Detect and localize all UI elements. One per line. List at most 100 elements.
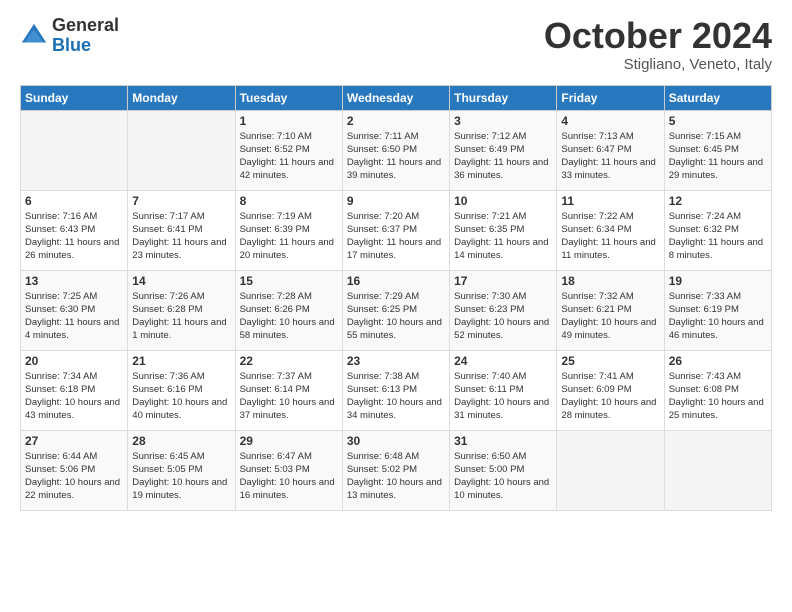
day-detail: Sunrise: 7:12 AMSunset: 6:49 PMDaylight:… — [454, 130, 552, 183]
calendar-cell: 9 Sunrise: 7:20 AMSunset: 6:37 PMDaylight… — [342, 190, 449, 270]
calendar-cell: 1 Sunrise: 7:10 AMSunset: 6:52 PMDaylight… — [235, 110, 342, 190]
day-detail: Sunrise: 7:19 AMSunset: 6:39 PMDaylight:… — [240, 210, 338, 263]
day-detail: Sunrise: 7:29 AMSunset: 6:25 PMDaylight:… — [347, 290, 445, 343]
day-number: 16 — [347, 274, 445, 288]
day-number: 26 — [669, 354, 767, 368]
day-number: 17 — [454, 274, 552, 288]
day-detail: Sunrise: 7:15 AMSunset: 6:45 PMDaylight:… — [669, 130, 767, 183]
day-detail: Sunrise: 6:48 AMSunset: 5:02 PMDaylight:… — [347, 450, 445, 503]
header-sunday: Sunday — [21, 85, 128, 110]
calendar-cell: 6 Sunrise: 7:16 AMSunset: 6:43 PMDaylight… — [21, 190, 128, 270]
calendar-cell: 18 Sunrise: 7:32 AMSunset: 6:21 PMDayligh… — [557, 270, 664, 350]
calendar-cell: 19 Sunrise: 7:33 AMSunset: 6:19 PMDayligh… — [664, 270, 771, 350]
day-detail: Sunrise: 7:26 AMSunset: 6:28 PMDaylight:… — [132, 290, 230, 343]
calendar-cell: 5 Sunrise: 7:15 AMSunset: 6:45 PMDaylight… — [664, 110, 771, 190]
day-number: 6 — [25, 194, 123, 208]
day-number: 19 — [669, 274, 767, 288]
day-detail: Sunrise: 7:28 AMSunset: 6:26 PMDaylight:… — [240, 290, 338, 343]
day-detail: Sunrise: 6:44 AMSunset: 5:06 PMDaylight:… — [25, 450, 123, 503]
day-number: 7 — [132, 194, 230, 208]
title-block: October 2024 Stigliano, Veneto, Italy — [544, 16, 772, 73]
day-number: 9 — [347, 194, 445, 208]
day-detail: Sunrise: 7:17 AMSunset: 6:41 PMDaylight:… — [132, 210, 230, 263]
day-detail: Sunrise: 7:36 AMSunset: 6:16 PMDaylight:… — [132, 370, 230, 423]
calendar-cell: 14Sunrise: 7:26 AMSunset: 6:28 PMDayligh… — [128, 270, 235, 350]
calendar-cell: 8Sunrise: 7:19 AMSunset: 6:39 PMDaylight… — [235, 190, 342, 270]
day-detail: Sunrise: 7:21 AMSunset: 6:35 PMDaylight:… — [454, 210, 552, 263]
calendar-table: SundayMondayTuesdayWednesdayThursdayFrid… — [20, 85, 772, 511]
logo-text: General Blue — [52, 16, 119, 56]
logo-general: General — [52, 16, 119, 36]
day-detail: Sunrise: 7:32 AMSunset: 6:21 PMDaylight:… — [561, 290, 659, 343]
day-detail: Sunrise: 7:41 AMSunset: 6:09 PMDaylight:… — [561, 370, 659, 423]
calendar-cell: 16 Sunrise: 7:29 AMSunset: 6:25 PMDayligh… — [342, 270, 449, 350]
day-number: 27 — [25, 434, 123, 448]
day-detail: Sunrise: 6:50 AMSunset: 5:00 PMDaylight:… — [454, 450, 552, 503]
calendar-week-row: 6 Sunrise: 7:16 AMSunset: 6:43 PMDaylight… — [21, 190, 772, 270]
calendar-cell: 25 Sunrise: 7:41 AMSunset: 6:09 PMDayligh… — [557, 350, 664, 430]
location: Stigliano, Veneto, Italy — [544, 56, 772, 73]
calendar-cell: 30 Sunrise: 6:48 AMSunset: 5:02 PMDayligh… — [342, 430, 449, 510]
calendar-cell — [128, 110, 235, 190]
calendar-cell: 3Sunrise: 7:12 AMSunset: 6:49 PMDaylight… — [450, 110, 557, 190]
day-number: 25 — [561, 354, 659, 368]
calendar-cell: 27 Sunrise: 6:44 AMSunset: 5:06 PMDayligh… — [21, 430, 128, 510]
calendar-cell: 23Sunrise: 7:38 AMSunset: 6:13 PMDayligh… — [342, 350, 449, 430]
calendar-cell: 17 Sunrise: 7:30 AMSunset: 6:23 PMDayligh… — [450, 270, 557, 350]
day-number: 24 — [454, 354, 552, 368]
calendar-cell — [557, 430, 664, 510]
header-wednesday: Wednesday — [342, 85, 449, 110]
day-detail: Sunrise: 7:25 AMSunset: 6:30 PMDaylight:… — [25, 290, 123, 343]
calendar-cell — [664, 430, 771, 510]
day-detail: Sunrise: 7:20 AMSunset: 6:37 PMDaylight:… — [347, 210, 445, 263]
day-number: 15 — [240, 274, 338, 288]
calendar-cell: 21 Sunrise: 7:36 AMSunset: 6:16 PMDayligh… — [128, 350, 235, 430]
day-number: 20 — [25, 354, 123, 368]
calendar-cell: 31 Sunrise: 6:50 AMSunset: 5:00 PMDayligh… — [450, 430, 557, 510]
day-number: 31 — [454, 434, 552, 448]
day-number: 5 — [669, 114, 767, 128]
day-number: 1 — [240, 114, 338, 128]
day-number: 21 — [132, 354, 230, 368]
day-detail: Sunrise: 7:10 AMSunset: 6:52 PMDaylight:… — [240, 130, 338, 183]
day-detail: Sunrise: 6:45 AMSunset: 5:05 PMDaylight:… — [132, 450, 230, 503]
calendar-cell: 24 Sunrise: 7:40 AMSunset: 6:11 PMDayligh… — [450, 350, 557, 430]
logo-blue: Blue — [52, 36, 119, 56]
header-saturday: Saturday — [664, 85, 771, 110]
day-number: 12 — [669, 194, 767, 208]
calendar-week-row: 1 Sunrise: 7:10 AMSunset: 6:52 PMDaylight… — [21, 110, 772, 190]
day-detail: Sunrise: 7:11 AMSunset: 6:50 PMDaylight:… — [347, 130, 445, 183]
calendar-week-row: 27 Sunrise: 6:44 AMSunset: 5:06 PMDayligh… — [21, 430, 772, 510]
day-detail: Sunrise: 7:34 AMSunset: 6:18 PMDaylight:… — [25, 370, 123, 423]
calendar-cell: 26Sunrise: 7:43 AMSunset: 6:08 PMDayligh… — [664, 350, 771, 430]
calendar-week-row: 20 Sunrise: 7:34 AMSunset: 6:18 PMDayligh… — [21, 350, 772, 430]
day-number: 18 — [561, 274, 659, 288]
day-number: 28 — [132, 434, 230, 448]
day-detail: Sunrise: 7:40 AMSunset: 6:11 PMDaylight:… — [454, 370, 552, 423]
logo: General Blue — [20, 16, 119, 56]
day-number: 10 — [454, 194, 552, 208]
header-thursday: Thursday — [450, 85, 557, 110]
day-detail: Sunrise: 7:30 AMSunset: 6:23 PMDaylight:… — [454, 290, 552, 343]
day-number: 4 — [561, 114, 659, 128]
day-detail: Sunrise: 7:24 AMSunset: 6:32 PMDaylight:… — [669, 210, 767, 263]
day-number: 2 — [347, 114, 445, 128]
day-number: 22 — [240, 354, 338, 368]
day-detail: Sunrise: 7:16 AMSunset: 6:43 PMDaylight:… — [25, 210, 123, 263]
day-detail: Sunrise: 7:13 AMSunset: 6:47 PMDaylight:… — [561, 130, 659, 183]
calendar-cell: 22Sunrise: 7:37 AMSunset: 6:14 PMDayligh… — [235, 350, 342, 430]
calendar-cell: 29Sunrise: 6:47 AMSunset: 5:03 PMDayligh… — [235, 430, 342, 510]
calendar-cell: 15 Sunrise: 7:28 AMSunset: 6:26 PMDayligh… — [235, 270, 342, 350]
calendar-cell: 13Sunrise: 7:25 AMSunset: 6:30 PMDayligh… — [21, 270, 128, 350]
day-detail: Sunrise: 7:33 AMSunset: 6:19 PMDaylight:… — [669, 290, 767, 343]
calendar-cell: 7 Sunrise: 7:17 AMSunset: 6:41 PMDaylight… — [128, 190, 235, 270]
day-detail: Sunrise: 6:47 AMSunset: 5:03 PMDaylight:… — [240, 450, 338, 503]
header-friday: Friday — [557, 85, 664, 110]
day-number: 30 — [347, 434, 445, 448]
month-title: October 2024 — [544, 16, 772, 56]
calendar-cell: 11Sunrise: 7:22 AMSunset: 6:34 PMDayligh… — [557, 190, 664, 270]
calendar-cell: 28 Sunrise: 6:45 AMSunset: 5:05 PMDayligh… — [128, 430, 235, 510]
calendar-cell: 12 Sunrise: 7:24 AMSunset: 6:32 PMDayligh… — [664, 190, 771, 270]
calendar-cell — [21, 110, 128, 190]
calendar-cell: 2 Sunrise: 7:11 AMSunset: 6:50 PMDaylight… — [342, 110, 449, 190]
